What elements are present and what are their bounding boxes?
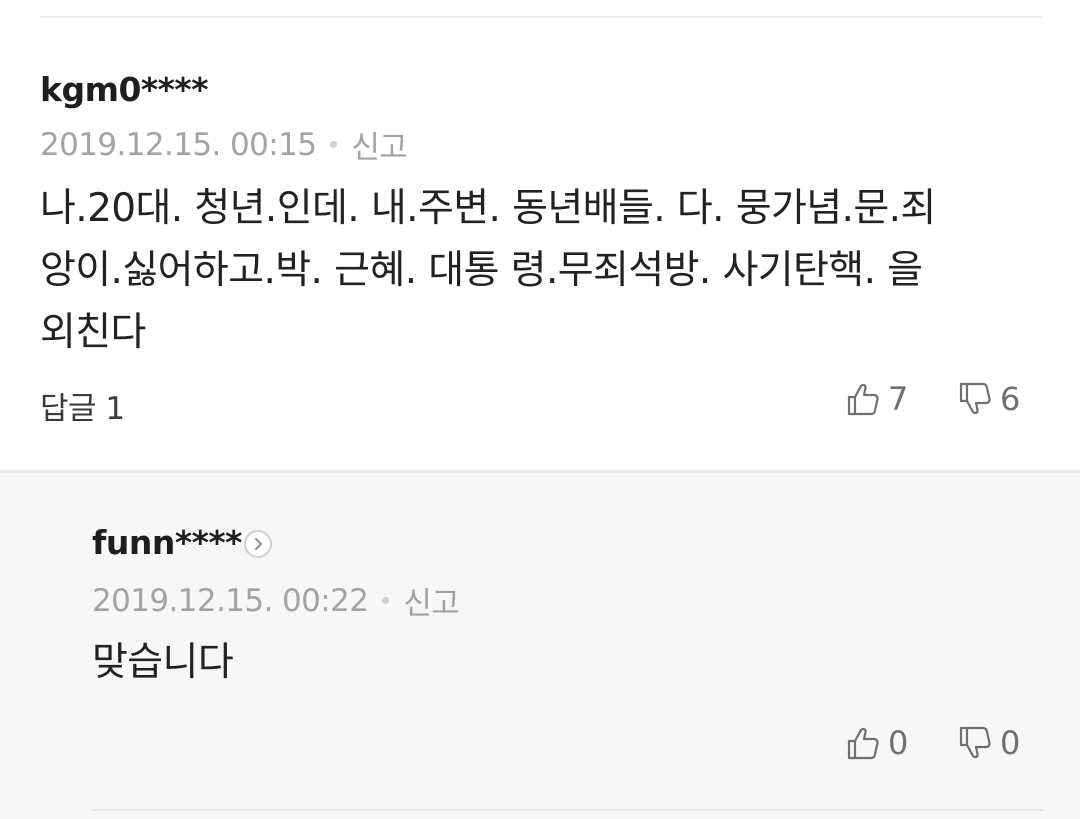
comment-username[interactable]: kgm0**** bbox=[40, 70, 208, 109]
bottom-divider bbox=[92, 809, 1043, 811]
thumbs-down-icon bbox=[959, 382, 991, 415]
reply-body: 맞습니다 bbox=[92, 640, 234, 685]
comment-thread: kgm0**** 2019.12.15. 00:15 신고 나.20대. 청년.… bbox=[0, 0, 1080, 819]
comment-body: 나.20대. 청년.인데. 내.주변. 동년배들. 다. 뭉가념.문.죄 앙이.… bbox=[40, 178, 1050, 364]
reply-meta: 2019.12.15. 00:22 신고 bbox=[92, 578, 460, 623]
profile-link-button[interactable] bbox=[244, 530, 272, 558]
meta-separator-dot bbox=[330, 141, 338, 148]
report-button[interactable]: 신고 bbox=[351, 122, 407, 167]
reply-count-button[interactable]: 답글 1 bbox=[40, 383, 125, 428]
comment-timestamp: 2019.12.15. 00:15 bbox=[40, 126, 317, 163]
like-count: 0 bbox=[888, 724, 909, 762]
comment-body-line: 나.20대. 청년.인데. 내.주변. 동년배들. 다. 뭉가념.문.죄 bbox=[40, 186, 936, 231]
chevron-right-icon bbox=[255, 538, 262, 550]
dislike-button[interactable]: 0 bbox=[958, 724, 1020, 762]
dislike-count: 6 bbox=[1000, 380, 1021, 418]
report-button[interactable]: 신고 bbox=[403, 578, 459, 623]
reply-username[interactable]: funn**** bbox=[92, 523, 242, 562]
comment-meta: 2019.12.15. 00:15 신고 bbox=[40, 122, 408, 167]
meta-separator-dot bbox=[382, 597, 390, 604]
like-button[interactable]: 7 bbox=[846, 380, 908, 418]
comment-item: kgm0**** 2019.12.15. 00:15 신고 나.20대. 청년.… bbox=[0, 18, 1080, 470]
thumbs-up-icon bbox=[847, 383, 879, 416]
comment-body-line: 외친다 bbox=[40, 310, 146, 355]
dislike-count: 0 bbox=[1000, 724, 1021, 762]
thumbs-up-icon bbox=[847, 727, 879, 760]
reply-section: funn**** 2019.12.15. 00:22 신고 맞습니다 0 0 bbox=[0, 473, 1080, 819]
like-count: 7 bbox=[888, 380, 909, 418]
dislike-button[interactable]: 6 bbox=[958, 380, 1020, 418]
thumbs-down-icon bbox=[959, 726, 991, 759]
reply-timestamp: 2019.12.15. 00:22 bbox=[92, 582, 369, 619]
like-button[interactable]: 0 bbox=[846, 724, 908, 762]
comment-body-line: 앙이.싫어하고.박. 근혜. 대통 령.무죄석방. 사기탄핵. 을 bbox=[40, 248, 923, 293]
